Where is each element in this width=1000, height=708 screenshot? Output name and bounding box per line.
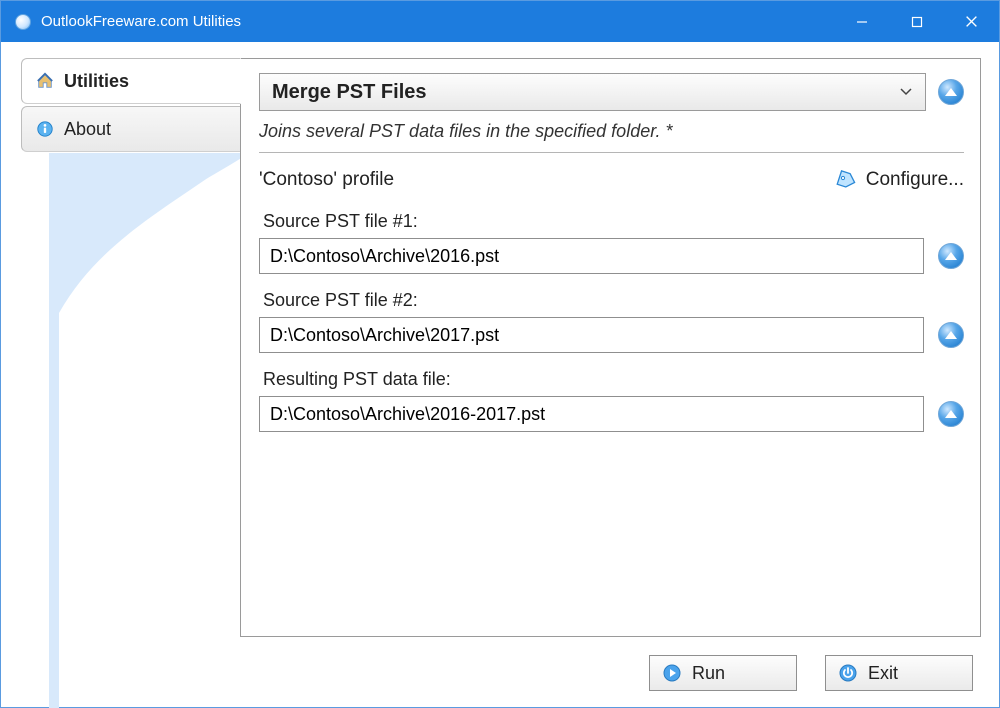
info-icon <box>34 120 56 138</box>
field-result: Resulting PST data file: <box>259 369 964 432</box>
eject-icon <box>945 331 957 339</box>
divider <box>259 152 964 153</box>
eject-icon <box>945 88 957 96</box>
run-label: Run <box>692 663 725 684</box>
source-1-input[interactable] <box>259 238 924 274</box>
main-panel: Merge PST Files Joins several PST data f… <box>240 58 981 637</box>
exit-button[interactable]: Exit <box>825 655 973 691</box>
tab-utilities-label: Utilities <box>64 71 129 92</box>
profile-label: 'Contoso' profile <box>259 169 394 191</box>
app-icon <box>15 14 31 30</box>
tag-icon <box>836 170 858 190</box>
configure-link[interactable]: Configure... <box>836 169 964 191</box>
result-input[interactable] <box>259 396 924 432</box>
configure-label: Configure... <box>866 169 964 191</box>
sidebar: Utilities About Outlook Freeware .com <box>1 58 241 637</box>
tab-about[interactable]: About <box>21 106 241 152</box>
tab-about-label: About <box>64 119 111 140</box>
window-title: OutlookFreeware.com Utilities <box>41 13 241 30</box>
app-window: OutlookFreeware.com Utilities Util <box>0 0 1000 708</box>
eject-icon <box>945 252 957 260</box>
tab-utilities[interactable]: Utilities <box>21 58 241 104</box>
source-2-label: Source PST file #2: <box>263 290 964 311</box>
run-button[interactable]: Run <box>649 655 797 691</box>
client-area: Utilities About Outlook Freeware .com Me… <box>1 42 999 649</box>
result-label: Resulting PST data file: <box>263 369 964 390</box>
eject-operation-button[interactable] <box>938 79 964 105</box>
result-browse-button[interactable] <box>938 401 964 427</box>
exit-label: Exit <box>868 663 898 684</box>
close-button[interactable] <box>944 1 999 42</box>
source-1-label: Source PST file #1: <box>263 211 964 232</box>
chevron-down-icon <box>899 84 913 100</box>
operation-name: Merge PST Files <box>272 81 427 104</box>
operation-dropdown[interactable]: Merge PST Files <box>259 73 926 111</box>
home-icon <box>34 72 56 90</box>
play-icon <box>662 663 682 683</box>
titlebar: OutlookFreeware.com Utilities <box>1 1 999 42</box>
source-2-browse-button[interactable] <box>938 322 964 348</box>
eject-icon <box>945 410 957 418</box>
maximize-button[interactable] <box>889 1 944 42</box>
sidebar-decoration <box>49 153 249 708</box>
source-2-input[interactable] <box>259 317 924 353</box>
footer: Run Exit <box>1 649 999 707</box>
operation-description: Joins several PST data files in the spec… <box>259 121 964 142</box>
minimize-button[interactable] <box>834 1 889 42</box>
field-source-1: Source PST file #1: <box>259 211 964 274</box>
source-1-browse-button[interactable] <box>938 243 964 269</box>
power-icon <box>838 663 858 683</box>
field-source-2: Source PST file #2: <box>259 290 964 353</box>
